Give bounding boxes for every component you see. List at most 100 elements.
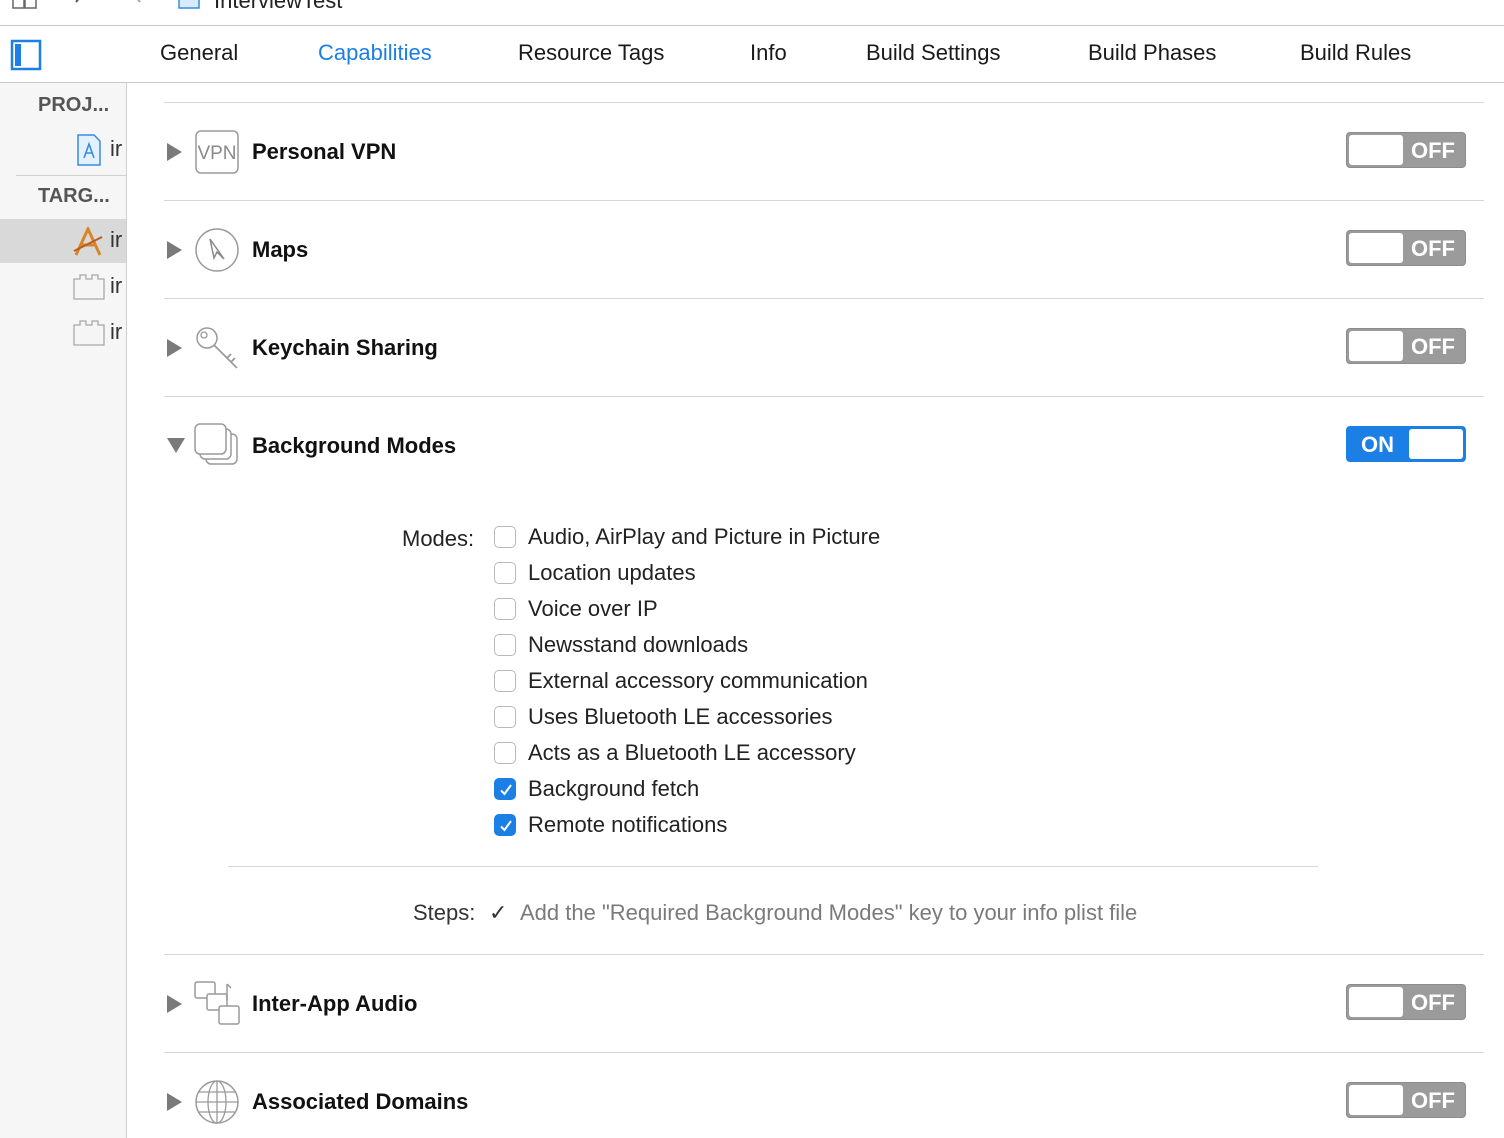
checkbox[interactable] <box>494 598 516 620</box>
disclosure-triangle[interactable] <box>167 241 182 259</box>
mode-label: Newsstand downloads <box>528 632 749 657</box>
modes-label: Modes: <box>402 526 475 551</box>
disclosure-triangle[interactable] <box>167 438 185 453</box>
background-modes-toggle[interactable]: ON <box>1346 426 1466 462</box>
step-complete-icon: ✓ <box>489 900 508 925</box>
sidebar-item-label: ir <box>110 136 123 161</box>
toggle-state: OFF <box>1411 1088 1455 1113</box>
checkbox[interactable] <box>494 706 516 728</box>
mode-label: Acts as a Bluetooth LE accessory <box>528 740 856 765</box>
capability-title: Associated Domains <box>252 1089 469 1114</box>
sidebar-item-label: ir <box>110 319 123 344</box>
capability-background-modes: Background Modes ON <box>127 397 1504 495</box>
capability-title: Maps <box>252 237 309 262</box>
checkbox[interactable] <box>494 742 516 764</box>
vpn-icon: VPN <box>193 128 241 176</box>
mode-label: Uses Bluetooth LE accessories <box>528 704 833 729</box>
toggle-state: OFF <box>1411 334 1455 359</box>
checkbox[interactable] <box>494 526 516 548</box>
capability-title: Inter-App Audio <box>252 991 418 1016</box>
stacked-windows-icon <box>193 422 241 470</box>
project-target-sidebar: PROJ... ir TARG... ir ir ir <box>0 83 127 1138</box>
checkbox-checked[interactable] <box>494 778 516 800</box>
checkbox-checked[interactable] <box>494 814 516 836</box>
disclosure-triangle[interactable] <box>167 995 182 1013</box>
toggle-state: OFF <box>1411 990 1455 1015</box>
disclosure-triangle[interactable] <box>167 339 182 357</box>
toggle-knob <box>1349 233 1403 263</box>
app-target-icon <box>72 225 104 262</box>
mode-label: Remote notifications <box>528 812 728 837</box>
sidebar-divider <box>16 175 126 176</box>
toggle-state: ON <box>1361 432 1394 457</box>
capability-maps: Maps OFF <box>127 201 1504 299</box>
capability-associated-domains: Associated Domains OFF <box>127 1053 1504 1138</box>
mode-label: Background fetch <box>528 776 700 801</box>
tab-resource-tags[interactable]: Resource Tags <box>518 40 664 66</box>
associated-domains-toggle[interactable]: OFF <box>1346 1082 1466 1118</box>
mode-label: Audio, AirPlay and Picture in Picture <box>528 524 881 549</box>
disclosure-triangle[interactable] <box>167 1093 182 1111</box>
capability-title: Keychain Sharing <box>252 335 438 360</box>
ui-test-bundle-icon <box>72 319 106 352</box>
sidebar-item-app-target[interactable]: ir <box>0 219 126 263</box>
sidebar-item-test-target[interactable]: ir <box>0 265 126 309</box>
globe-icon <box>193 1078 241 1126</box>
capabilities-list: VPN Personal VPN OFF Maps OFF Keychain S… <box>127 83 1504 1138</box>
toggle-state: OFF <box>1411 138 1455 163</box>
step-text: Add the "Required Background Modes" key … <box>520 900 1138 925</box>
disclosure-triangle[interactable] <box>167 143 182 161</box>
project-section-header: PROJ... <box>38 94 110 116</box>
mode-label: Voice over IP <box>528 596 658 621</box>
toggle-knob <box>1349 331 1403 361</box>
capability-keychain-sharing: Keychain Sharing OFF <box>127 299 1504 397</box>
checkbox[interactable] <box>494 634 516 656</box>
toggle-knob <box>1349 1085 1403 1115</box>
inter-app-audio-icon <box>193 980 241 1028</box>
personal-vpn-toggle[interactable]: OFF <box>1346 132 1466 168</box>
tab-info[interactable]: Info <box>750 40 787 66</box>
jump-bar: InterviewTest <box>0 0 1504 26</box>
editor-tab-bar: General Capabilities Resource Tags Info … <box>0 26 1504 83</box>
steps-label: Steps: <box>413 900 476 925</box>
key-icon <box>193 324 241 372</box>
svg-text:VPN: VPN <box>197 143 236 164</box>
compass-icon <box>193 226 241 274</box>
sidebar-item-uitest-target[interactable]: ir <box>0 311 126 355</box>
project-file-icon <box>178 0 200 15</box>
capability-inter-app-audio: Inter-App Audio OFF <box>127 955 1504 1053</box>
tab-build-rules[interactable]: Build Rules <box>1300 40 1411 66</box>
inter-app-audio-toggle[interactable]: OFF <box>1346 984 1466 1020</box>
checkbox[interactable] <box>494 562 516 584</box>
tab-capabilities[interactable]: Capabilities <box>318 40 432 66</box>
toggle-knob <box>1349 135 1403 165</box>
toggle-knob <box>1409 429 1463 459</box>
mode-label: Location updates <box>528 560 696 585</box>
tab-build-settings[interactable]: Build Settings <box>866 40 1001 66</box>
checkmark-icon <box>500 820 512 832</box>
toggle-knob <box>1349 987 1403 1017</box>
maps-toggle[interactable]: OFF <box>1346 230 1466 266</box>
toggle-state: OFF <box>1411 236 1455 261</box>
sidebar-item-project[interactable]: ir <box>0 128 126 172</box>
back-arrow-icon[interactable] <box>72 0 88 15</box>
mode-label: External accessory communication <box>528 668 868 693</box>
test-bundle-icon <box>72 273 106 306</box>
tab-build-phases[interactable]: Build Phases <box>1088 40 1216 66</box>
tab-general[interactable]: General <box>160 40 238 66</box>
checkmark-icon <box>500 784 512 796</box>
related-items-icon[interactable] <box>12 0 38 15</box>
capability-personal-vpn: VPN Personal VPN OFF <box>127 103 1504 201</box>
steps-divider <box>228 866 1318 867</box>
xcodeproj-icon <box>76 134 102 171</box>
keychain-sharing-toggle[interactable]: OFF <box>1346 328 1466 364</box>
sidebar-item-label: ir <box>110 227 123 252</box>
forward-arrow-icon[interactable] <box>128 0 144 15</box>
sidebar-toggle-icon[interactable] <box>10 39 42 71</box>
targets-section-header: TARG... <box>38 185 110 207</box>
breadcrumb-project[interactable]: InterviewTest <box>214 0 342 14</box>
capability-title: Personal VPN <box>252 139 397 164</box>
capability-title: Background Modes <box>252 433 457 458</box>
checkbox[interactable] <box>494 670 516 692</box>
sidebar-item-label: ir <box>110 273 123 298</box>
